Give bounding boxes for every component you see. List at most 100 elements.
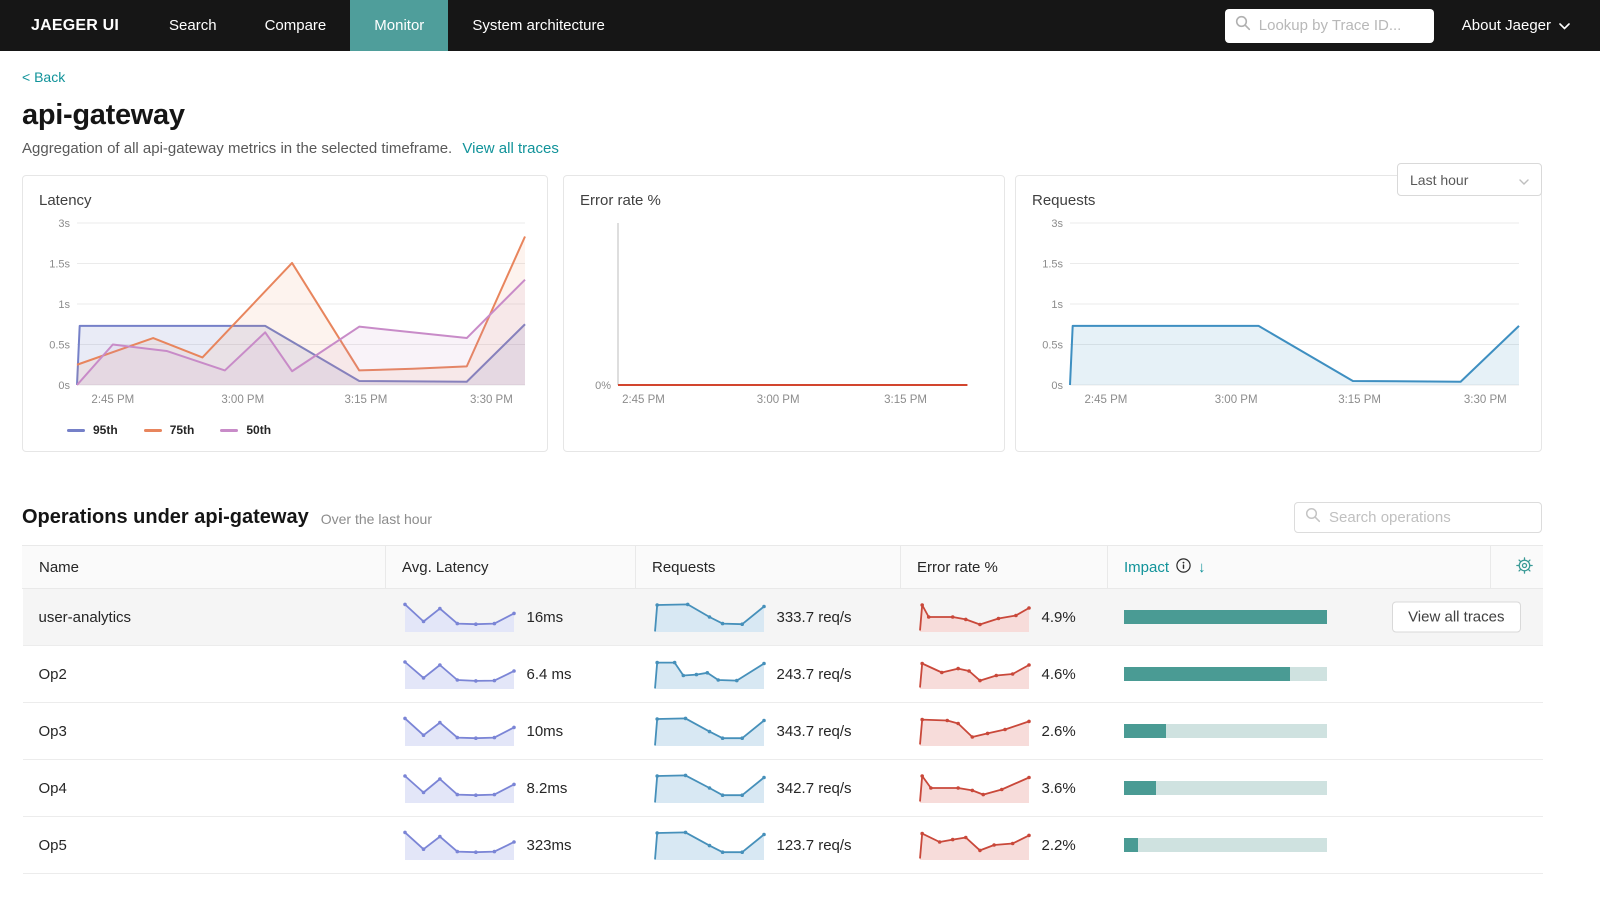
latency-cell: 8.2ms: [385, 759, 636, 817]
impact-bar-fill: [1123, 610, 1327, 624]
error-rate-sparkline: [918, 774, 1031, 803]
operations-title: Operations under api-gateway: [22, 506, 309, 528]
row-spacer-cell: [1490, 702, 1543, 760]
legend-swatch: [220, 428, 239, 432]
impact-bar-fill: [1123, 781, 1156, 795]
table-row: Op2 6.4 ms 243.7 req/s 4.6%: [22, 645, 1543, 703]
error-rate-cell: 4.6%: [900, 645, 1108, 703]
requests-sparkline: [653, 716, 766, 746]
trace-lookup-input[interactable]: [1258, 17, 1424, 34]
search-operations-input[interactable]: [1329, 509, 1531, 526]
svg-text:3s: 3s: [1051, 218, 1063, 230]
top-nav: JAEGER UI Search Compare Monitor System arc…: [0, 0, 1600, 51]
impact-bar: [1123, 781, 1327, 795]
impact-cell: [1107, 645, 1491, 703]
nav-item-system-architecture[interactable]: System architecture: [448, 0, 629, 51]
error-rate-sparkline: [918, 717, 1031, 746]
requests-cell: 333.7 req/s: [635, 588, 901, 646]
error-rate-sparkline: [918, 831, 1031, 860]
error-rate-card: Error rate % 0% 2:45 PM 3:00 PM 3:15 PM: [563, 175, 1005, 452]
latency-value: 8.2ms: [526, 779, 568, 797]
svg-text:0s: 0s: [1051, 380, 1063, 392]
requests-sparkline: [653, 773, 766, 803]
error-rate-cell: 2.6%: [900, 702, 1108, 760]
latency-sparkline: [402, 774, 516, 803]
operation-name: Op4: [22, 759, 386, 817]
trace-lookup-box[interactable]: [1224, 8, 1434, 43]
timeframe-value: Last hour: [1410, 171, 1469, 188]
nav-item-monitor[interactable]: Monitor: [350, 0, 449, 51]
nav-item-compare[interactable]: Compare: [241, 0, 351, 51]
impact-bar: [1123, 838, 1327, 852]
requests-sparkline: [653, 830, 766, 860]
requests-sparkline: [653, 602, 766, 632]
row-spacer-cell: [1490, 645, 1543, 703]
latency-cell: 16ms: [385, 588, 636, 646]
impact-cell: [1107, 759, 1491, 817]
error-rate-value: 2.2%: [1041, 836, 1076, 854]
table-row: Op3 10ms 343.7 req/s 2.6%: [22, 702, 1543, 760]
requests-cell: 343.7 req/s: [635, 702, 901, 760]
svg-text:0%: 0%: [595, 380, 611, 392]
svg-text:3:30 PM: 3:30 PM: [470, 394, 513, 406]
column-header-requests[interactable]: Requests: [635, 545, 901, 589]
svg-text:2:45 PM: 2:45 PM: [622, 394, 665, 406]
latency-value: 10ms: [526, 722, 564, 740]
latency-sparkline: [402, 660, 516, 689]
about-jaeger-menu[interactable]: About Jaeger: [1462, 0, 1600, 51]
latency-value: 323ms: [526, 836, 572, 854]
error-rate-cell: 3.6%: [900, 759, 1108, 817]
svg-text:1s: 1s: [1051, 299, 1063, 311]
impact-bar: [1123, 610, 1327, 624]
latency-sparkline: [402, 602, 516, 632]
search-icon: [1235, 15, 1251, 36]
legend-item-75th[interactable]: 75th: [143, 423, 195, 437]
impact-bar-fill: [1123, 667, 1290, 681]
svg-text:2:45 PM: 2:45 PM: [1085, 394, 1128, 406]
impact-cell: [1107, 702, 1491, 760]
column-header-error-rate[interactable]: Error rate %: [900, 545, 1108, 589]
page-title: api-gateway: [22, 99, 185, 131]
column-header-impact[interactable]: Impact ↓: [1107, 545, 1491, 589]
impact-bar-fill: [1123, 724, 1167, 738]
svg-text:0.5s: 0.5s: [49, 340, 70, 352]
info-icon[interactable]: [1176, 557, 1191, 577]
svg-text:1.5s: 1.5s: [49, 259, 70, 271]
svg-text:3:00 PM: 3:00 PM: [1215, 394, 1258, 406]
legend-item-95th[interactable]: 95th: [67, 423, 118, 437]
svg-text:0.5s: 0.5s: [1042, 340, 1063, 352]
chevron-down-icon: [1519, 172, 1529, 188]
column-header-settings[interactable]: [1490, 545, 1543, 589]
svg-text:3:15 PM: 3:15 PM: [1338, 394, 1381, 406]
latency-value: 6.4 ms: [526, 665, 572, 683]
gear-icon[interactable]: [1516, 556, 1534, 578]
sort-descending-icon[interactable]: ↓: [1198, 559, 1206, 576]
requests-value: 123.7 req/s: [776, 836, 852, 854]
error-rate-value: 3.6%: [1041, 779, 1076, 797]
timeframe-select[interactable]: Last hour: [1397, 163, 1542, 196]
error-rate-sparkline: [918, 661, 1031, 689]
view-all-traces-link[interactable]: View all traces: [462, 140, 558, 157]
impact-bar: [1123, 667, 1327, 681]
nav-item-search[interactable]: Search: [145, 0, 241, 51]
operations-table: Name Avg. Latency Requests Error rate % …: [22, 545, 1543, 874]
row-spacer-cell: [1490, 816, 1543, 874]
operation-name: Op3: [22, 702, 386, 760]
view-all-traces-button[interactable]: View all traces: [1392, 601, 1521, 633]
search-operations-box[interactable]: [1294, 502, 1542, 533]
svg-text:2:45 PM: 2:45 PM: [91, 394, 134, 406]
requests-value: 243.7 req/s: [776, 665, 852, 683]
requests-chart: 3s 1.5s 1s 0.5s 0s 2:45 PM 3:00 PM 3:15 PM 3:30 …: [1032, 215, 1525, 411]
latency-cell: 6.4 ms: [385, 645, 636, 703]
legend-label: 75th: [169, 423, 195, 437]
column-header-avg-latency[interactable]: Avg. Latency: [385, 545, 636, 589]
operations-subtitle: Over the last hour: [320, 511, 433, 527]
operation-name: user-analytics: [22, 588, 386, 646]
column-header-name[interactable]: Name: [22, 545, 386, 589]
requests-sparkline: [653, 660, 766, 689]
brand-logo[interactable]: JAEGER UI: [0, 0, 145, 51]
legend-item-50th[interactable]: 50th: [220, 423, 271, 437]
back-link[interactable]: < Back: [22, 69, 65, 85]
requests-cell: 243.7 req/s: [635, 645, 901, 703]
svg-text:3:15 PM: 3:15 PM: [884, 394, 927, 406]
